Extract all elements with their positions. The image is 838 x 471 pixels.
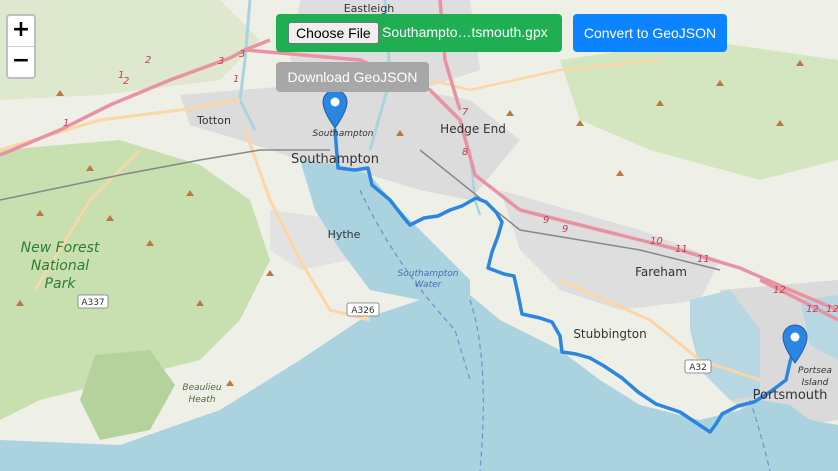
label-hedge-end: Hedge End <box>440 122 506 136</box>
label-fareham: Fareham <box>635 265 687 279</box>
label-southampton-water-1: Southampton <box>398 269 459 279</box>
svg-text:A32: A32 <box>689 363 707 373</box>
label-new-forest-2: National <box>31 258 89 274</box>
label-southampton-water-2: Water <box>415 280 443 290</box>
svg-text:1: 1 <box>63 118 69 129</box>
shield-a32: A32 <box>684 359 712 374</box>
svg-text:A337: A337 <box>81 298 104 308</box>
label-portsea-2: Island <box>802 378 829 388</box>
svg-text:1: 1 <box>118 70 124 81</box>
selected-file-name: Southampto…tsmouth.gpx <box>382 24 548 40</box>
zoom-control: + − <box>6 14 36 79</box>
label-southampton-small: Southampton <box>313 129 374 139</box>
svg-text:8: 8 <box>462 147 468 158</box>
svg-text:11: 11 <box>675 244 688 255</box>
svg-text:7: 7 <box>462 107 469 118</box>
label-portsmouth: Portsmouth <box>753 388 828 403</box>
svg-text:3: 3 <box>239 49 245 60</box>
svg-text:10: 10 <box>650 236 663 247</box>
choose-file-button[interactable]: Choose File <box>288 22 379 44</box>
label-beaulieu-2: Heath <box>188 395 215 405</box>
svg-text:12: 12 <box>806 304 819 315</box>
svg-text:12: 12 <box>773 285 786 296</box>
svg-text:11: 11 <box>697 254 710 265</box>
label-beaulieu-1: Beaulieu <box>182 383 221 393</box>
label-southampton: Southampton <box>291 152 379 167</box>
convert-to-geojson-button[interactable]: Convert to GeoJSON <box>573 14 727 52</box>
svg-text:12: 12 <box>826 304 838 315</box>
svg-text:A326: A326 <box>351 306 375 316</box>
file-input[interactable]: Choose File Southampto…tsmouth.gpx <box>276 14 562 52</box>
svg-text:2: 2 <box>145 55 151 66</box>
zoom-out-button[interactable]: − <box>8 47 34 77</box>
label-portsea-1: Portsea <box>798 366 832 376</box>
label-totton: Totton <box>196 114 231 127</box>
download-geojson-button[interactable]: Download GeoJSON <box>276 62 429 92</box>
svg-text:1: 1 <box>233 74 239 85</box>
shield-a326: A326 <box>346 302 380 317</box>
zoom-in-button[interactable]: + <box>8 16 34 47</box>
label-new-forest-1: New Forest <box>21 240 100 256</box>
svg-text:9: 9 <box>543 215 549 226</box>
label-new-forest-3: Park <box>45 276 77 292</box>
label-stubbington: Stubbington <box>573 327 646 341</box>
label-hythe: Hythe <box>328 228 361 241</box>
svg-text:3: 3 <box>218 56 224 67</box>
shield-a337: A337 <box>77 294 109 309</box>
svg-text:9: 9 <box>562 224 568 235</box>
